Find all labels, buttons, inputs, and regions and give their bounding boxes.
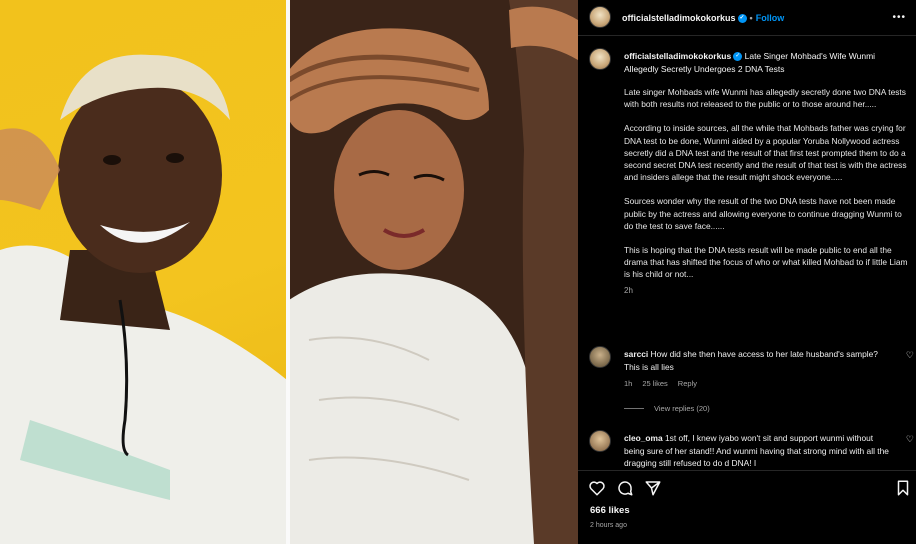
comment-icon[interactable] (616, 479, 634, 497)
comment-meta: 1h 25 likes Reply (624, 379, 707, 388)
comment-username[interactable]: sarcci (624, 349, 648, 359)
photo-singer (0, 0, 287, 544)
caption-paragraph: According to inside sources, all the whi… (624, 123, 907, 183)
caption-username[interactable]: officialstelladimokokorkus (624, 51, 731, 61)
bookmark-icon[interactable] (894, 479, 912, 497)
comment-item: cleo_oma 1st off, I knew iyabo won't sit… (578, 430, 916, 470)
replies-line (624, 408, 644, 409)
comment-item: sarcci How did she then have access to h… (578, 346, 916, 426)
more-icon[interactable]: ••• (892, 12, 906, 23)
commenter-avatar[interactable] (589, 430, 611, 452)
comment-username[interactable]: cleo_oma (624, 433, 663, 443)
collage-divider (286, 0, 290, 544)
post-timestamp[interactable]: 2 hours ago (590, 522, 627, 529)
post-header: officialstelladimokokorkus ✓ • Follow ••• (578, 0, 916, 36)
post-sidebar: officialstelladimokokorkus ✓ • Follow ••• o… (578, 0, 916, 544)
verified-badge-icon: ✓ (737, 14, 747, 24)
caption-paragraph: This is hoping that the DNA tests result… (624, 245, 908, 280)
commenter-avatar[interactable] (589, 346, 611, 368)
separator-dot: • (749, 13, 753, 23)
comment-likes[interactable]: 25 likes (642, 379, 667, 388)
comment-body: cleo_oma 1st off, I knew iyabo won't sit… (624, 432, 894, 470)
caption-paragraph: Sources wonder why the result of the two… (624, 196, 902, 231)
post-caption: officialstelladimokokorkus ✓ Late Singer … (578, 44, 916, 330)
reply-button[interactable]: Reply (678, 379, 697, 388)
author-username[interactable]: officialstelladimokokorkus (622, 13, 736, 23)
verified-badge-icon: ✓ (733, 52, 743, 62)
comment-text: How did she then have access to her late… (624, 349, 878, 372)
caption-body: Late singer Mohbads wife Wunmi has alleg… (624, 86, 909, 297)
action-bar: 666 likes 2 hours ago (578, 470, 916, 544)
comment-body: sarcci How did she then have access to h… (624, 348, 894, 373)
header-username-row: officialstelladimokokorkus ✓ • Follow (622, 13, 785, 24)
comment-age: 1h (624, 379, 633, 388)
caption-title: officialstelladimokokorkus ✓ Late Singer … (624, 50, 904, 76)
caption-age[interactable]: 2h (624, 285, 909, 297)
author-avatar[interactable] (589, 6, 611, 28)
post-media[interactable] (0, 0, 578, 544)
heart-icon[interactable] (588, 479, 606, 497)
comment-text: 1st off, I knew iyabo won't sit and supp… (624, 433, 889, 468)
follow-button[interactable]: Follow (756, 13, 785, 23)
view-replies[interactable]: View replies (20) (624, 404, 710, 413)
likes-count[interactable]: 666 likes (590, 505, 630, 516)
heart-icon[interactable]: ♡ (906, 350, 914, 361)
heart-icon[interactable]: ♡ (906, 434, 914, 445)
photo-wife (287, 0, 578, 544)
caption-paragraph: Late singer Mohbads wife Wunmi has alleg… (624, 87, 906, 110)
caption-avatar[interactable] (589, 48, 611, 70)
share-icon[interactable] (644, 479, 662, 497)
view-replies-label[interactable]: View replies (20) (654, 404, 710, 413)
